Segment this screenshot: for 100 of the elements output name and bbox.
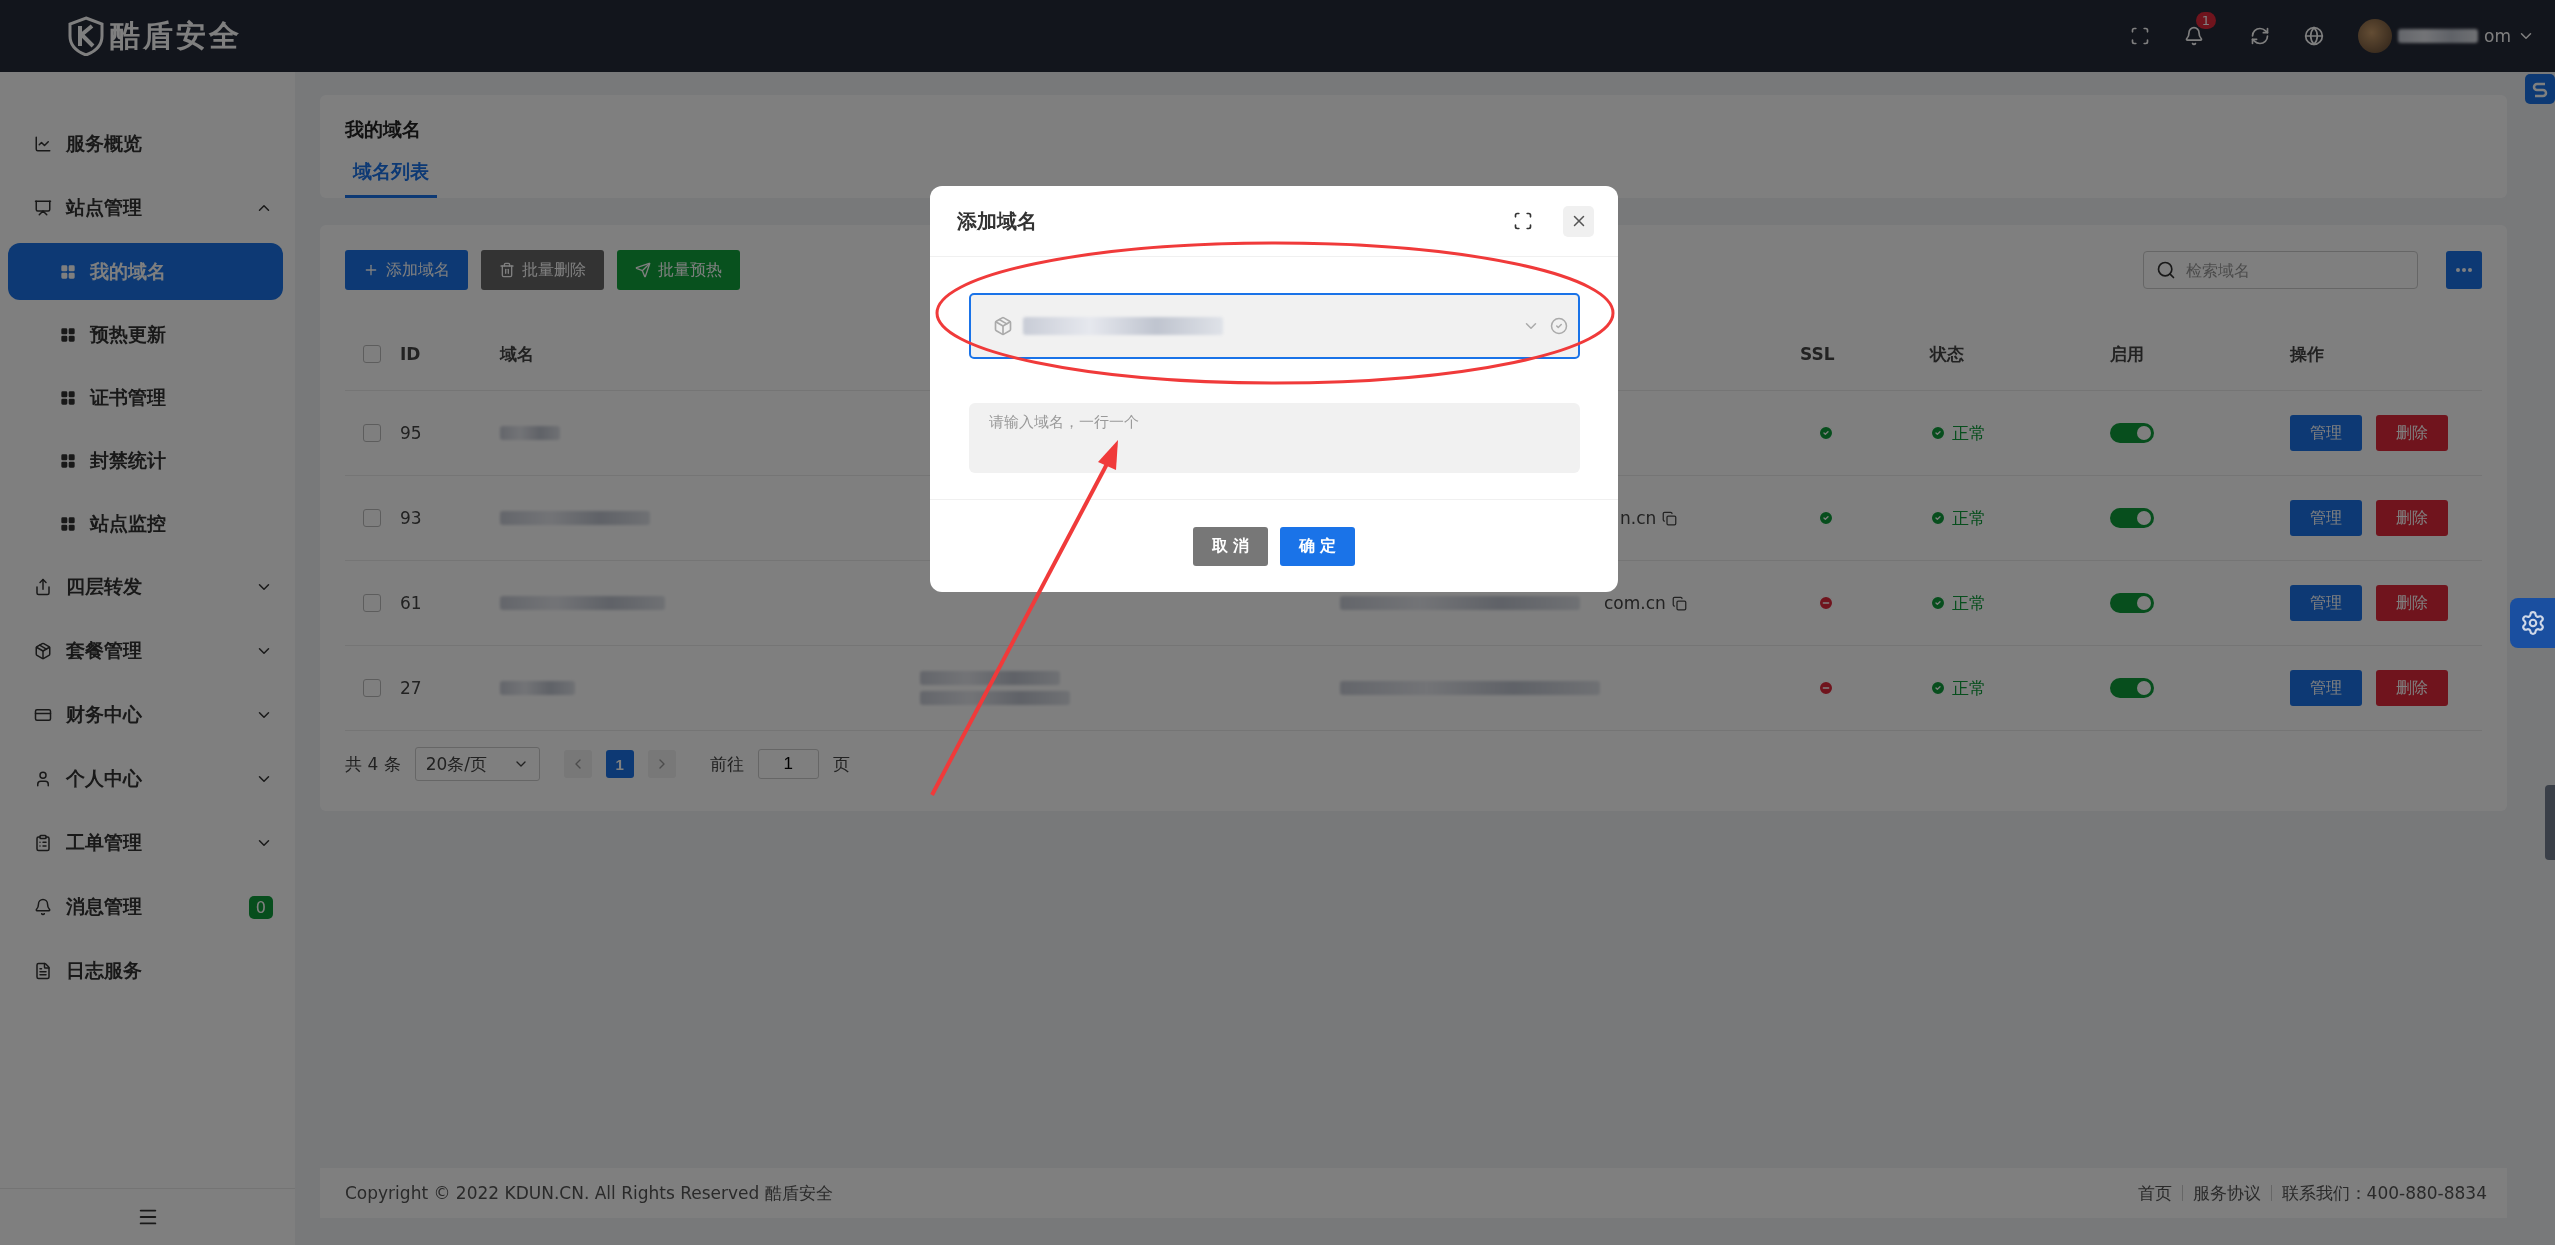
plus-icon xyxy=(363,262,379,278)
total-count: 共 4 条 xyxy=(345,752,401,776)
sidebar-item[interactable]: 套餐管理 xyxy=(0,619,295,683)
sidebar-subitem[interactable]: 站点监控 xyxy=(8,495,283,552)
trash-icon xyxy=(499,262,515,278)
share-icon xyxy=(34,578,52,596)
column-header: 启用 xyxy=(2110,342,2145,366)
s-logo-icon xyxy=(2531,80,2549,98)
manage-button[interactable]: 管理 xyxy=(2290,500,2362,536)
status-text: 正常 xyxy=(1952,506,1986,530)
sidebar-item[interactable]: 日志服务 xyxy=(0,939,295,1003)
grid-icon xyxy=(60,263,76,280)
status-text: 正常 xyxy=(1952,421,1986,445)
delete-button[interactable]: 删除 xyxy=(2376,415,2448,451)
tab[interactable]: 域名列表 xyxy=(345,159,437,198)
page-input[interactable]: 1 xyxy=(757,749,819,779)
status-text: 正常 xyxy=(1952,591,1986,615)
bell-icon[interactable] xyxy=(2183,26,2204,46)
check-circle-icon xyxy=(1930,595,1946,611)
presentation-icon xyxy=(34,199,52,217)
table-cell-text: 61 xyxy=(400,593,423,613)
copy-icon[interactable] xyxy=(1671,595,1687,611)
toggle-switch[interactable] xyxy=(2110,508,2154,528)
domain-textarea[interactable]: 请输入域名，一行一个 xyxy=(969,403,1580,473)
page-size-select[interactable]: 20条/页 xyxy=(414,747,540,781)
footer-link[interactable]: 服务协议 xyxy=(2192,1181,2261,1205)
notification-badge: 1 xyxy=(2195,12,2217,29)
side-widget-button[interactable] xyxy=(2525,74,2555,104)
check-circle-icon xyxy=(1550,317,1568,335)
user-icon xyxy=(34,770,52,788)
manage-button[interactable]: 管理 xyxy=(2290,585,2362,621)
grid-icon xyxy=(60,452,76,469)
copy-icon[interactable] xyxy=(1662,510,1678,526)
select-field[interactable] xyxy=(969,293,1580,359)
box-icon xyxy=(993,316,1013,336)
add-button[interactable]: 添加域名 xyxy=(345,250,468,290)
goto-label: 前往 xyxy=(709,752,744,776)
checkbox[interactable] xyxy=(363,679,381,697)
sidebar-item[interactable]: 工单管理 xyxy=(0,811,295,875)
confirm-button[interactable]: 确 定 xyxy=(1280,526,1355,566)
sidebar-item[interactable]: 服务概览 xyxy=(0,112,295,176)
sidebar-item[interactable]: 四层转发 xyxy=(0,555,295,619)
close-button[interactable] xyxy=(1563,205,1594,237)
previous-page-button[interactable] xyxy=(563,750,592,778)
checkbox[interactable] xyxy=(363,345,381,363)
toggle-switch[interactable] xyxy=(2110,678,2154,698)
grid-icon xyxy=(60,515,76,532)
column-header: SSL xyxy=(1800,344,1836,364)
sidebar-item[interactable]: 消息管理 0 xyxy=(0,875,295,939)
chart-icon xyxy=(34,135,52,153)
grid-icon xyxy=(60,326,76,343)
footer-link[interactable]: 首页 xyxy=(2137,1181,2172,1205)
sidebar-subitem[interactable]: 封禁统计 xyxy=(8,432,283,489)
logo-text: 酷盾安全 xyxy=(110,16,242,55)
clipboard-icon xyxy=(34,834,52,852)
document-icon xyxy=(34,962,52,980)
sidebar-item[interactable]: 财务中心 xyxy=(0,683,295,747)
column-header: 状态 xyxy=(1930,342,1965,366)
delete-button[interactable]: 删除 xyxy=(2376,585,2448,621)
globe-icon[interactable] xyxy=(2304,26,2325,46)
footer-link[interactable]: 联系我们：400-880-8834 xyxy=(2281,1181,2487,1205)
checkbox[interactable] xyxy=(363,594,381,612)
sidebar-subitem[interactable]: 预热更新 xyxy=(8,306,283,363)
table-cell: n.cn xyxy=(1620,508,1657,528)
page-button[interactable]: 1 xyxy=(605,750,634,778)
ellipsis-icon xyxy=(2456,268,2472,272)
shield-logo-icon xyxy=(68,16,104,56)
delete-button[interactable]: 删除 xyxy=(2376,670,2448,706)
column-header: 域名 xyxy=(500,342,535,366)
cancel-button[interactable]: 取 消 xyxy=(1193,526,1268,566)
preheat-button[interactable]: 批量预热 xyxy=(617,250,740,290)
paper-plane-icon xyxy=(635,262,651,278)
delete-button[interactable]: 批量删除 xyxy=(481,250,604,290)
table-cell-text: 95 xyxy=(400,423,423,443)
checkbox[interactable] xyxy=(363,424,381,442)
manage-button[interactable]: 管理 xyxy=(2290,415,2362,451)
manage-button[interactable]: 管理 xyxy=(2290,670,2362,706)
bell-icon xyxy=(34,898,52,916)
refresh-icon[interactable] xyxy=(2250,26,2271,46)
sidebar-item[interactable]: 站点管理 xyxy=(0,176,295,240)
table-cell-text: 27 xyxy=(400,678,423,698)
fullscreen-icon[interactable] xyxy=(1513,211,1533,231)
avatar[interactable] xyxy=(2358,19,2393,53)
sidebar-subitem[interactable]: 我的域名 xyxy=(8,243,283,300)
copyright-text: Copyright © 2022 KDUN.CN. All Rights Reserved 酷盾安全 xyxy=(345,1181,833,1205)
status-text: 正常 xyxy=(1952,676,1986,700)
more-button[interactable] xyxy=(2446,251,2482,289)
settings-icon xyxy=(2519,610,2546,636)
search-icon xyxy=(2156,260,2176,280)
next-page-button[interactable] xyxy=(647,750,676,778)
dialog-title: 添加域名 xyxy=(957,207,1038,235)
checkbox[interactable] xyxy=(363,509,381,527)
sidebar-item[interactable]: 个人中心 xyxy=(0,747,295,811)
table-cell-text: 93 xyxy=(400,508,423,528)
settings-tab[interactable] xyxy=(2510,598,2555,648)
delete-button[interactable]: 删除 xyxy=(2376,500,2448,536)
toggle-switch[interactable] xyxy=(2110,593,2154,613)
toggle-switch[interactable] xyxy=(2110,423,2154,443)
sidebar-subitem[interactable]: 证书管理 xyxy=(8,369,283,426)
username[interactable]: om xyxy=(2484,26,2511,46)
